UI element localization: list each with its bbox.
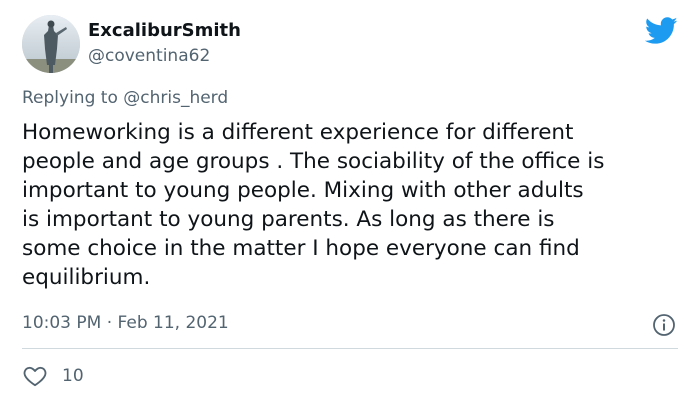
avatar-image xyxy=(22,15,80,73)
avatar[interactable] xyxy=(22,15,80,73)
author-display-name[interactable]: ExcaliburSmith xyxy=(88,20,241,41)
twitter-bird-icon[interactable] xyxy=(644,17,678,45)
heart-icon xyxy=(23,366,47,387)
replying-to: Replying to @chris_herd xyxy=(22,88,228,108)
like-count: 10 xyxy=(62,366,84,386)
tweet-card: ExcaliburSmith @coventina62 Replying to … xyxy=(0,0,700,402)
tweet-timestamp[interactable]: 10:03 PM · Feb 11, 2021 xyxy=(22,313,229,333)
like-button[interactable]: 10 xyxy=(22,363,84,389)
reply-mention-link[interactable]: @chris_herd xyxy=(123,88,228,108)
info-icon[interactable] xyxy=(652,313,676,337)
divider xyxy=(22,348,678,349)
tweet-text: Homeworking is a different experience fo… xyxy=(22,120,605,290)
author-handle[interactable]: @coventina62 xyxy=(88,46,210,66)
replying-to-label: Replying to xyxy=(22,88,118,108)
